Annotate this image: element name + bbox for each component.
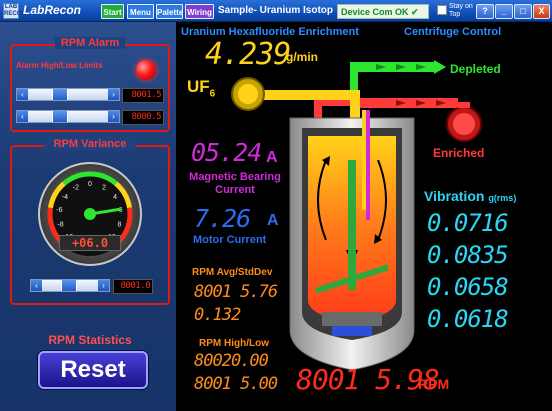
gauge-tick-label: -4 — [62, 194, 68, 201]
gauge-readout: +06.0 — [59, 235, 121, 251]
rpm-high-low-label: RPM High/Low — [199, 338, 269, 349]
wiring-button[interactable]: Wiring — [185, 4, 214, 19]
vibration-value: 0.0658 — [427, 273, 509, 301]
close-button[interactable]: X — [533, 4, 550, 19]
alarm-limits-label: Alarm High/Low Limits — [16, 61, 103, 70]
slider-right-arrow-icon[interactable]: › — [108, 111, 119, 122]
bearing-current-unit: A — [266, 149, 278, 166]
stay-on-top-checkbox[interactable] — [437, 5, 447, 15]
slider-right-arrow-icon[interactable]: › — [98, 280, 109, 291]
gauge-tick-label: 8 — [118, 222, 122, 229]
gauge-tick-label: -6 — [56, 207, 62, 214]
arrow-right-icon — [434, 60, 446, 74]
stay-on-top-label: Stay on Top — [449, 3, 473, 18]
vibration-value: 0.0618 — [427, 305, 509, 333]
title-bar: LAB RECON LabRecon Start Menu Palette Wi… — [0, 0, 552, 22]
device-status-text: Device Com OK — [341, 7, 409, 17]
feed-valve — [231, 77, 265, 111]
uf6-label-main: UF — [187, 77, 210, 96]
check-icon: ✔ — [411, 7, 419, 17]
bearing-current-value: 05.24 — [191, 138, 262, 167]
gauge-tick-label: 2 — [102, 184, 106, 191]
rpm-statistics-title: RPM Statistics — [48, 333, 132, 347]
sample-title: Sample- Uranium Isotop — [218, 5, 334, 16]
gauge-tick-label: 0 — [88, 181, 92, 188]
slider-right-arrow-icon[interactable]: › — [108, 89, 119, 100]
palette-button[interactable]: Palette — [156, 4, 183, 19]
depleted-label: Depleted — [450, 62, 501, 76]
motor-current-unit: A — [267, 212, 279, 229]
vibration-value: 0.0716 — [427, 209, 509, 237]
gauge-tick-label: 4 — [113, 194, 117, 201]
rpm-unit: RPM — [418, 376, 450, 392]
device-status-badge: Device Com OK ✔ — [337, 4, 429, 19]
slider-left-arrow-icon[interactable]: ‹ — [31, 280, 42, 291]
setpoint-slider[interactable]: ‹ › — [30, 279, 110, 292]
enriched-label: Enriched — [433, 146, 485, 160]
uf6-label-sub: 6 — [209, 88, 216, 100]
centrifuge-casing — [289, 117, 415, 371]
low-limit-slider[interactable]: ‹ › — [16, 110, 120, 123]
setpoint-display: 8001.0 — [113, 279, 153, 294]
alarm-indicator-led — [136, 60, 156, 80]
reset-button[interactable]: Reset — [38, 351, 148, 389]
gauge-tick-label: -2 — [73, 184, 79, 191]
magnetic-coil — [362, 110, 370, 220]
rpm-low-value: 8001 5.00 — [194, 374, 278, 394]
header-subtitle: Centrifuge Control — [404, 26, 502, 38]
uf6-label: UF6 — [187, 77, 215, 99]
motor-current-value: 7.26 — [194, 204, 251, 233]
vibration-title-text: Vibration — [424, 188, 485, 204]
help-button[interactable]: ? — [476, 4, 494, 19]
feed-rate-unit: g/min — [286, 50, 318, 64]
gauge-tick-label: -8 — [57, 222, 63, 229]
slider-thumb[interactable] — [61, 280, 77, 291]
slider-thumb[interactable] — [52, 111, 68, 122]
low-limit-display: 8000.5 — [122, 110, 164, 125]
rpm-avg-label: RPM Avg/StdDev — [192, 267, 273, 278]
rpm-std-value: 0.132 — [194, 305, 241, 325]
rpm-variance-title: RPM Variance — [44, 138, 136, 150]
feed-rate-value: 4.239 — [205, 37, 291, 72]
vibration-title: Vibration g(rms) — [424, 188, 516, 204]
vibration-value: 0.0835 — [427, 241, 509, 269]
slider-thumb[interactable] — [52, 89, 68, 100]
app-title: LabRecon — [23, 3, 82, 17]
gauge-hub — [84, 208, 96, 220]
rpm-alarm-title: RPM Alarm — [55, 37, 125, 49]
rpm-avg-value: 8001 5.76 — [194, 282, 278, 302]
vibration-unit: g(rms) — [488, 193, 517, 203]
minimize-button[interactable]: _ — [495, 4, 513, 19]
bearing-current-label: Magnetic Bearing Current — [189, 171, 281, 196]
maximize-button[interactable]: □ — [514, 4, 532, 19]
motor-current-label: Motor Current — [193, 234, 267, 246]
rpm-high-value: 80020.00 — [194, 351, 269, 371]
menu-button[interactable]: Menu — [127, 4, 154, 19]
slider-left-arrow-icon[interactable]: ‹ — [17, 111, 28, 122]
high-limit-display: 8001.5 — [122, 88, 164, 103]
high-limit-slider[interactable]: ‹ › — [16, 88, 120, 101]
start-button[interactable]: Start — [101, 4, 124, 19]
app-logo-icon: LAB RECON — [3, 3, 26, 19]
motor-block — [332, 326, 372, 336]
slider-left-arrow-icon[interactable]: ‹ — [17, 89, 28, 100]
